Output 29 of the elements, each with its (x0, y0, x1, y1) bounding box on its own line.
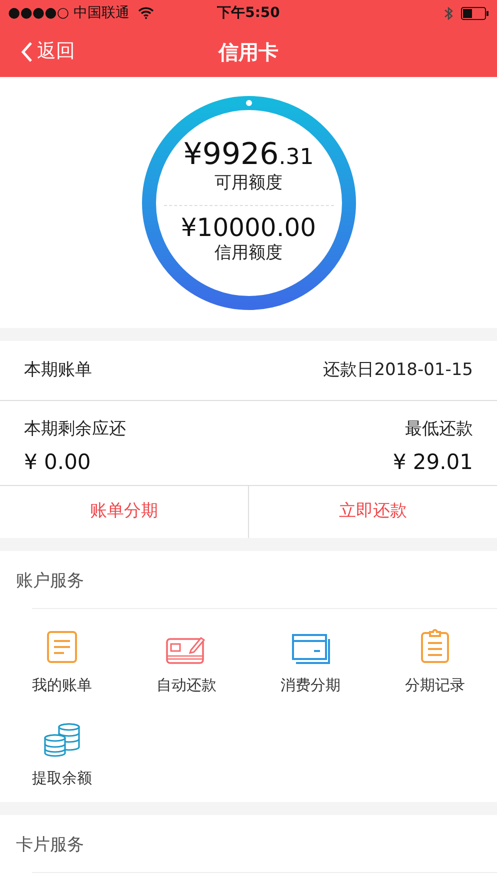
limit-amount: ¥10000.00 (180, 214, 316, 242)
minimum-amount: ¥ 29.01 (392, 448, 473, 476)
remaining-amount: ¥ 0.00 (24, 448, 92, 476)
section-title: 账户服务 (15, 570, 85, 593)
clock-text: 下午5:50 (217, 4, 280, 22)
due-date-text: 还款日2018-01-15 (323, 358, 473, 382)
back-chevron-icon (21, 40, 33, 62)
service-item[interactable]: 我的账单 (0, 627, 124, 698)
wifi-icon (138, 7, 154, 19)
bill-title: 本期账单 (24, 358, 92, 382)
service-item[interactable]: 提取余额 (0, 720, 124, 790)
available-amount: ¥9926.31 (183, 138, 314, 172)
card-pen-icon (166, 634, 206, 664)
minimum-label: 最低还款 (405, 418, 473, 441)
page-title: 信用卡 (218, 38, 278, 66)
card-icon (292, 634, 330, 664)
battery-icon (461, 6, 489, 20)
remaining-label: 本期剩余应还 (24, 418, 126, 441)
service-item[interactable]: 自动还款 (124, 627, 248, 698)
limit-label: 信用额度 (214, 242, 282, 266)
coins-icon (44, 722, 80, 756)
service-item[interactable]: 分期记录 (372, 627, 497, 698)
available-label: 可用额度 (214, 172, 282, 196)
document-icon (46, 630, 78, 664)
bluetooth-icon (444, 6, 453, 20)
service-item[interactable]: 消费分期 (248, 627, 373, 698)
clipboard-icon (420, 628, 450, 664)
carrier-text: ●●●●○ 中国联通 (8, 4, 130, 22)
section-title: 卡片服务 (15, 834, 85, 857)
